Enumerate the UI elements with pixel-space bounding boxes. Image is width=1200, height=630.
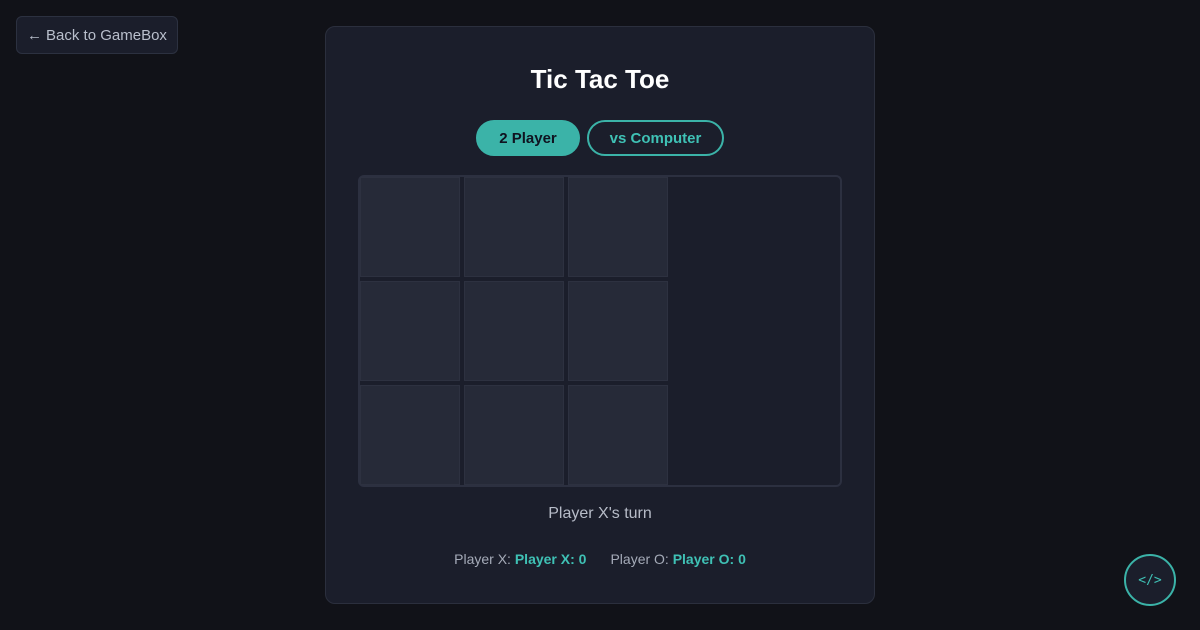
board-cell[interactable] [360,177,460,277]
turn-status: Player X's turn [548,505,652,522]
board-cell[interactable] [568,281,668,381]
back-to-gamebox-button[interactable]: ← Back to GameBox [16,16,178,54]
mode-2-player-button[interactable]: 2 Player [476,120,580,156]
board-cell[interactable] [568,177,668,277]
game-title: Tic Tac Toe [530,64,670,94]
board-cell[interactable] [360,385,460,485]
code-icon: </> [1138,572,1162,588]
scoreboard: Player X: Player X: 0 Player O: Player O… [325,550,875,568]
score-o-value: Player O: 0 [672,551,746,567]
arrow-left-icon: ← [27,26,43,44]
view-source-button[interactable]: </> [1124,554,1176,606]
board-cell[interactable] [464,385,564,485]
board-cell[interactable] [360,281,460,381]
board-cell[interactable] [464,177,564,277]
mode-vs-computer-button[interactable]: vs Computer [587,120,724,156]
score-x: Player X: Player X: 0 [454,550,586,568]
score-x-label: Player X: [454,551,511,567]
game-board [358,175,842,487]
score-o-label: Player O: [610,551,669,567]
back-label: Back to GameBox [46,26,167,44]
score-x-value: Player X: 0 [514,551,587,567]
board-cell[interactable] [568,385,668,485]
score-o: Player O: Player O: 0 [610,550,745,568]
board-cell[interactable] [464,281,564,381]
